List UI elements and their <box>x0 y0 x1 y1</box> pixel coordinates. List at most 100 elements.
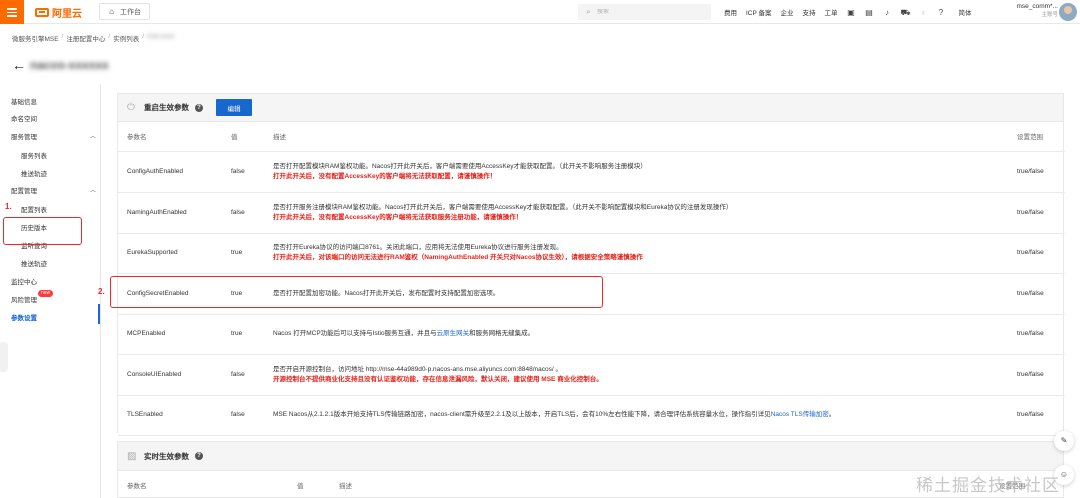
sidebar: 基础信息 命名空间 服务管理 ︿ 服务列表 推送轨迹 配置管理 ︿ 配置列表 历… <box>0 84 101 498</box>
image-icon[interactable]: ▤ <box>865 8 874 17</box>
param-value: false <box>222 354 264 396</box>
sidebar-item-risk[interactable]: 风险管理 <box>11 294 37 304</box>
restart-params-panel: ⏻ 重启生效参数 ? 编辑 参数名 值 描述 设置范围 ConfigAuthEn… <box>117 93 1065 436</box>
search-input[interactable] <box>597 9 697 15</box>
param-name: EurekaSupported <box>118 233 222 274</box>
param-value: false <box>222 151 264 193</box>
edit-button[interactable]: 编辑 <box>216 99 252 116</box>
chevron-up-icon: ︿ <box>89 134 96 140</box>
param-description: 是否打开配置模块RAM鉴权功能。Nacos打开此开关后，客户端需要使用Acces… <box>264 151 1008 193</box>
table-row: TLSEnabled false MSE Nacos从2.1.2.1版本开始支持… <box>118 395 1065 436</box>
desc-text: 是否打开服务注册模块RAM鉴权功能。Nacos打开此开关后，客户端需要使用Acc… <box>273 203 733 211</box>
new-badge: new <box>38 290 54 297</box>
param-name: MCPEnabled <box>118 314 222 355</box>
breadcrumb-mse[interactable]: 微服务引擎MSE <box>12 33 59 43</box>
sidebar-item-params[interactable]: 参数设置 <box>11 312 37 322</box>
language-switch[interactable]: 简体 <box>959 7 972 17</box>
highlight-box-params <box>3 217 82 245</box>
bell-icon[interactable]: ♪ <box>883 8 892 17</box>
param-name: ConsoleUIEnabled <box>118 354 222 396</box>
warning-text: 开源控制台不提供商业化支持且没有认证鉴权功能，存在信息泄漏风险，默认关闭，建议使… <box>273 375 603 383</box>
nav-support[interactable]: 支持 <box>803 7 816 17</box>
chevron-up-icon: ︿ <box>89 188 96 194</box>
desc-text: 是否开启开源控制台，访问地址 http://mse-44a989d0-p.nac… <box>273 365 562 373</box>
edit-note-icon[interactable]: ✎ <box>1054 431 1074 451</box>
active-indicator <box>98 304 100 324</box>
col-description: 描述 <box>264 122 1008 152</box>
param-description: 是否打开Eureka协议的访问端口8761。关闭此端口，应用将无法使用Eurek… <box>264 233 1008 274</box>
param-range: true/false <box>1008 395 1065 436</box>
search-box[interactable]: ⌕ <box>578 4 711 20</box>
panel-title: 重启生效参数 <box>144 103 189 112</box>
breadcrumb-instances[interactable]: 实例列表 <box>113 33 139 43</box>
search-icon: ⌕ <box>586 8 591 16</box>
param-range: true/false <box>1008 151 1065 193</box>
help-icon[interactable]: ? <box>937 8 946 17</box>
workbench-label: 工作台 <box>120 8 141 16</box>
help-icon[interactable]: ? <box>195 452 203 460</box>
account-role: 主账号 <box>1041 12 1058 18</box>
help-icon[interactable]: ? <box>195 103 203 112</box>
breadcrumb-separator: / <box>61 33 64 40</box>
warning-text: 打开此开关后，没有配置AccessKey的客户端将无法获取配置，请谨慎操作！ <box>273 172 497 180</box>
desc-text: Nacos 打开MCP功能后可以支持与Istio服务互通，并且与 <box>273 330 437 337</box>
table-row: NamingAuthEnabled false 是否打开服务注册模块RAM鉴权功… <box>118 192 1065 234</box>
cart-icon[interactable]: ⛟ <box>901 8 911 17</box>
col-range: 设置范围 <box>1008 122 1065 152</box>
table-row: ConfigAuthEnabled false 是否打开配置模块RAM鉴权功能。… <box>118 151 1065 193</box>
panel-header: ▨ 实时生效参数 ? <box>118 442 1063 471</box>
breadcrumb: 微服务引擎MSE / 注册配置中心 / 实例列表 / mse-xxxx <box>12 33 174 43</box>
sidebar-group-label: 服务管理 <box>11 134 37 141</box>
table-row: MCPEnabled true Nacos 打开MCP功能后可以支持与Istio… <box>118 314 1065 355</box>
breadcrumb-registry[interactable]: 注册配置中心 <box>66 33 105 43</box>
sidebar-item-service-list[interactable]: 服务列表 <box>21 150 47 160</box>
avatar[interactable] <box>1059 3 1077 21</box>
table-row: EurekaSupported true 是否打开Eureka协议的访问端口87… <box>118 233 1065 274</box>
col-param-name: 参数名 <box>127 483 147 490</box>
sidebar-item-basic-info[interactable]: 基础信息 <box>11 96 37 106</box>
account-menu[interactable]: mse_comm*... 主账号 <box>1008 2 1058 19</box>
terminal-icon[interactable]: ▣ <box>847 8 856 17</box>
account-name: mse_comm*... <box>1016 3 1058 10</box>
param-range: true/false <box>1008 273 1065 315</box>
desc-text: MSE Nacos从2.1.2.1版本开始支持TLS传输链路加密，nacos-c… <box>273 411 771 418</box>
sidebar-collapse-handle[interactable] <box>0 342 8 372</box>
sidebar-item-monitor[interactable]: 监控中心 <box>11 276 37 286</box>
nav-enterprise[interactable]: 企业 <box>781 7 794 17</box>
param-value: true <box>222 314 264 355</box>
nav-ticket[interactable]: 工单 <box>825 7 838 17</box>
col-value: 值 <box>222 122 264 152</box>
workbench-button[interactable]: ⌂ 工作台 <box>99 3 150 20</box>
param-description: MSE Nacos从2.1.2.1版本开始支持TLS传输链路加密，nacos-c… <box>264 395 1008 436</box>
warning-text: 打开此开关后，没有配置AccessKey的客户端将无法获取服务注册功能，请谨慎操… <box>273 213 523 221</box>
warning-text: 打开此开关后，对该端口的访问无法进行RAM鉴权（NamingAuthEnable… <box>273 254 643 261</box>
power-icon: ⏻ <box>127 102 135 113</box>
home-icon: ⌂ <box>109 7 114 16</box>
param-value: true <box>222 233 264 274</box>
back-arrow-icon[interactable]: ← <box>12 57 26 73</box>
sidebar-item-config-push-trace[interactable]: 推送轨迹 <box>21 258 47 268</box>
tls-docs-link[interactable]: Nacos TLS传输加密 <box>771 411 829 418</box>
aliyun-logo[interactable]: 阿里云 <box>35 6 82 20</box>
sidebar-item-service-push-trace[interactable]: 推送轨迹 <box>21 168 47 178</box>
top-bar: 阿里云 ⌂ 工作台 ⌕ 费用 ICP 备案 企业 支持 工单 ▣ ▤ ♪ ⛟ ♁… <box>0 0 1080 24</box>
sidebar-group-config[interactable]: 配置管理 ︿ <box>11 185 96 195</box>
param-name: ConfigAuthEnabled <box>118 151 222 193</box>
nav-fee[interactable]: 费用 <box>724 7 737 17</box>
menu-icon[interactable] <box>0 0 24 24</box>
param-value: false <box>222 192 264 234</box>
sidebar-item-namespace[interactable]: 命名空间 <box>11 113 37 123</box>
page-title: nacos-xxxxxx <box>30 58 109 72</box>
image-placeholder-icon: ▨ <box>127 450 137 462</box>
param-description: Nacos 打开MCP功能后可以支持与Istio服务互通，并且与云原生网关和服务… <box>264 314 1008 355</box>
cloud-native-gateway-link[interactable]: 云原生网关 <box>437 330 470 337</box>
watermark: 稀土掘金技术社区 <box>916 476 1060 495</box>
sidebar-group-service[interactable]: 服务管理 ︿ <box>11 131 96 141</box>
bulb-icon[interactable]: ♁ <box>919 8 928 17</box>
panel-title: 实时生效参数 <box>144 451 189 461</box>
logo-mark-icon <box>35 7 49 17</box>
col-description: 描述 <box>339 483 352 490</box>
nav-icp[interactable]: ICP 备案 <box>746 7 772 17</box>
col-param-name: 参数名 <box>118 122 222 152</box>
sidebar-item-config-list[interactable]: 配置列表 <box>21 204 47 214</box>
